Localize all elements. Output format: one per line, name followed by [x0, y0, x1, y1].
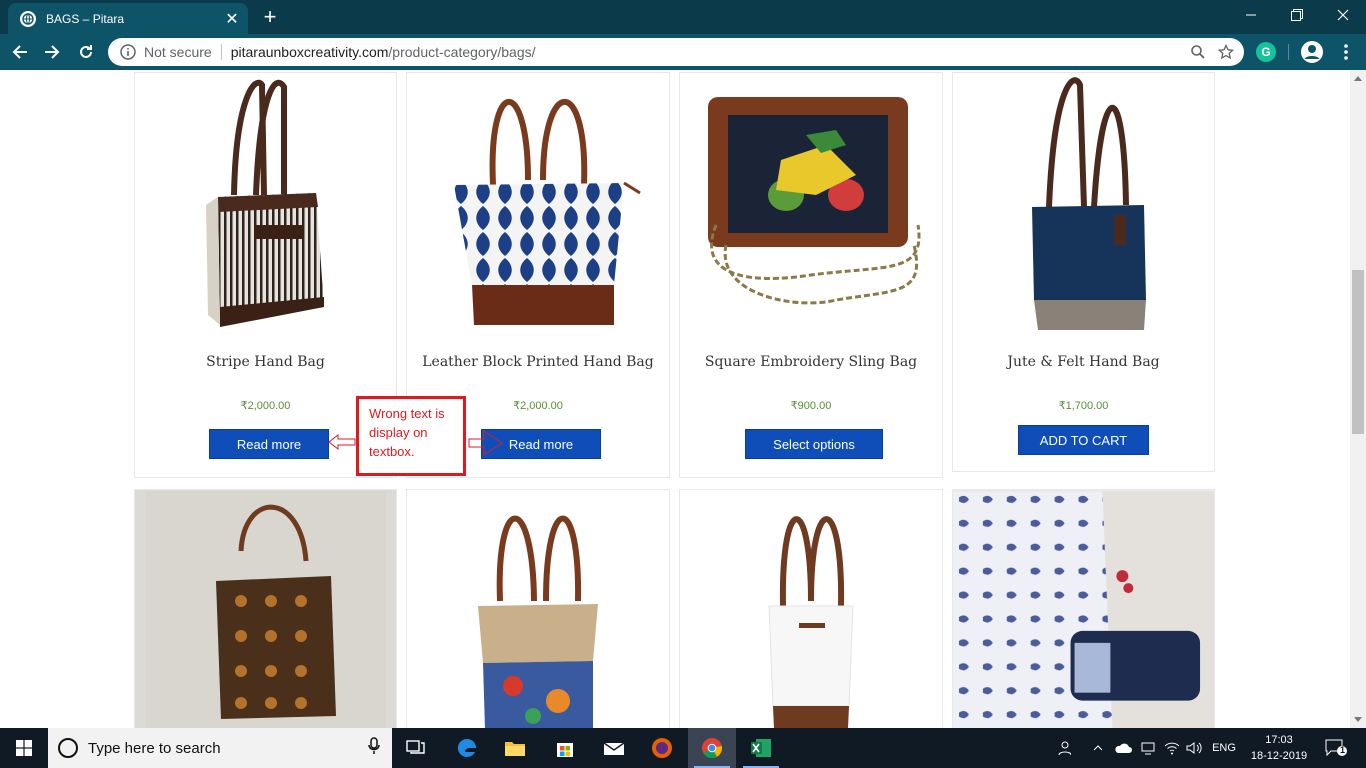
annotation-arrow-right-icon [468, 430, 503, 456]
product-image-jute-felt-bag[interactable] [953, 73, 1214, 335]
zoom-icon[interactable] [1184, 38, 1212, 66]
search-placeholder: Type here to search [88, 739, 221, 757]
product-card[interactable]: Square Embroidery Sling Bag ₹900.00 Sele… [679, 72, 943, 478]
product-image-blue-box-bag[interactable] [953, 490, 1214, 728]
windows-start-icon[interactable] [0, 728, 48, 768]
onedrive-cloud-icon[interactable] [1112, 728, 1134, 768]
annotation-line: Wrong text is [369, 406, 445, 421]
tab-title: BAGS – Pitara [46, 11, 125, 26]
show-hidden-icons-chevron-up-icon[interactable] [1090, 728, 1106, 768]
info-icon[interactable] [120, 44, 136, 60]
address-separator [220, 44, 222, 60]
annotation-callout: Wrong text is display on textbox. [356, 396, 466, 476]
language-indicator[interactable]: ENG [1208, 728, 1240, 768]
product-card[interactable] [406, 489, 670, 728]
toolbar-divider [1288, 44, 1289, 60]
firefox-icon[interactable] [638, 728, 686, 768]
restore-button[interactable] [1274, 0, 1320, 30]
wifi-icon[interactable] [1162, 728, 1182, 768]
product-name[interactable]: Stripe Hand Bag [135, 354, 396, 370]
people-icon[interactable] [1050, 728, 1076, 768]
product-price: ₹1,700.00 [1058, 400, 1109, 412]
chrome-icon[interactable] [688, 728, 736, 768]
windows-taskbar: Type here to search ENG 17:03 18-12-2019… [0, 728, 1366, 768]
product-image-block-printed-bag[interactable] [407, 73, 669, 335]
notification-center-icon[interactable]: 1 [1318, 728, 1354, 768]
add-to-cart-button[interactable]: ADD TO CART [1018, 425, 1149, 455]
forward-button[interactable] [38, 38, 66, 66]
excel-icon[interactable] [737, 728, 785, 768]
cortana-icon [58, 738, 78, 758]
product-image-ajrakh-bag[interactable] [135, 490, 396, 728]
annotation-arrow-left-icon [328, 434, 356, 450]
url-host: pitaraunboxcreativity.com [230, 44, 389, 60]
microsoft-store-icon[interactable] [541, 728, 589, 768]
tab-close-icon[interactable]: ✕ [222, 9, 242, 29]
notification-count: 1 [1340, 745, 1346, 755]
browser-titlebar: BAGS – Pitara ✕ + [0, 0, 1366, 34]
product-card[interactable] [679, 489, 943, 728]
annotation-line: display on [369, 425, 428, 440]
url-text: pitaraunboxcreativity.com/product-catego… [231, 44, 1184, 60]
file-explorer-icon[interactable] [491, 728, 539, 768]
close-window-button[interactable] [1320, 0, 1366, 30]
browser-tab[interactable]: BAGS – Pitara ✕ [8, 3, 248, 34]
product-card[interactable] [134, 489, 397, 728]
read-more-button[interactable]: Read more [209, 429, 329, 459]
scrollbar-thumb[interactable] [1352, 270, 1364, 434]
product-card[interactable] [952, 489, 1215, 728]
product-image-jute-kalamkari-bag[interactable] [407, 490, 669, 728]
taskbar-search-box[interactable]: Type here to search [48, 728, 392, 768]
annotation-line: textbox. [369, 444, 415, 459]
network-device-icon[interactable] [1138, 728, 1158, 768]
bookmark-star-icon[interactable] [1212, 38, 1240, 66]
profile-avatar-icon[interactable] [1300, 40, 1324, 64]
select-options-button[interactable]: Select options [745, 429, 883, 459]
edge-browser-icon[interactable] [443, 728, 491, 768]
product-card[interactable]: Jute & Felt Hand Bag ₹1,700.00 ADD TO CA… [952, 72, 1215, 472]
task-view-icon[interactable] [392, 728, 440, 768]
product-name[interactable]: Leather Block Printed Hand Bag [407, 354, 669, 370]
product-name[interactable]: Jute & Felt Hand Bag [953, 354, 1214, 370]
product-price: ₹900.00 [790, 400, 832, 412]
mail-icon[interactable] [590, 728, 638, 768]
product-image-stripe-bag[interactable] [135, 73, 396, 335]
page-scrollbar[interactable] [1350, 70, 1366, 728]
volume-icon[interactable] [1184, 728, 1204, 768]
reload-button[interactable] [72, 38, 100, 66]
minimize-button[interactable] [1228, 0, 1274, 30]
product-image-white-tote-bag[interactable] [680, 490, 942, 728]
microphone-icon[interactable] [368, 736, 380, 760]
browser-toolbar: Not secure pitaraunboxcreativity.com/pro… [0, 34, 1366, 70]
scroll-up-icon[interactable] [1350, 70, 1366, 86]
globe-icon [20, 10, 36, 27]
system-clock[interactable]: 17:03 18-12-2019 [1250, 732, 1308, 764]
clock-time: 17:03 [1265, 734, 1293, 746]
page-viewport: Stripe Hand Bag ₹2,000.00 Read more Leat… [0, 70, 1350, 728]
url-path: /product-category/bags/ [388, 44, 536, 60]
address-bar[interactable]: Not secure pitaraunboxcreativity.com/pro… [108, 38, 1244, 66]
clock-date: 18-12-2019 [1250, 750, 1308, 762]
product-image-sling-bag[interactable] [680, 73, 942, 335]
back-button[interactable] [6, 38, 34, 66]
chrome-menu-icon[interactable] [1334, 40, 1358, 64]
new-tab-button[interactable]: + [258, 6, 282, 30]
grammarly-extension-icon[interactable]: G [1256, 42, 1276, 62]
scroll-down-icon[interactable] [1350, 712, 1366, 728]
security-label: Not secure [144, 44, 212, 60]
product-name[interactable]: Square Embroidery Sling Bag [680, 354, 942, 370]
